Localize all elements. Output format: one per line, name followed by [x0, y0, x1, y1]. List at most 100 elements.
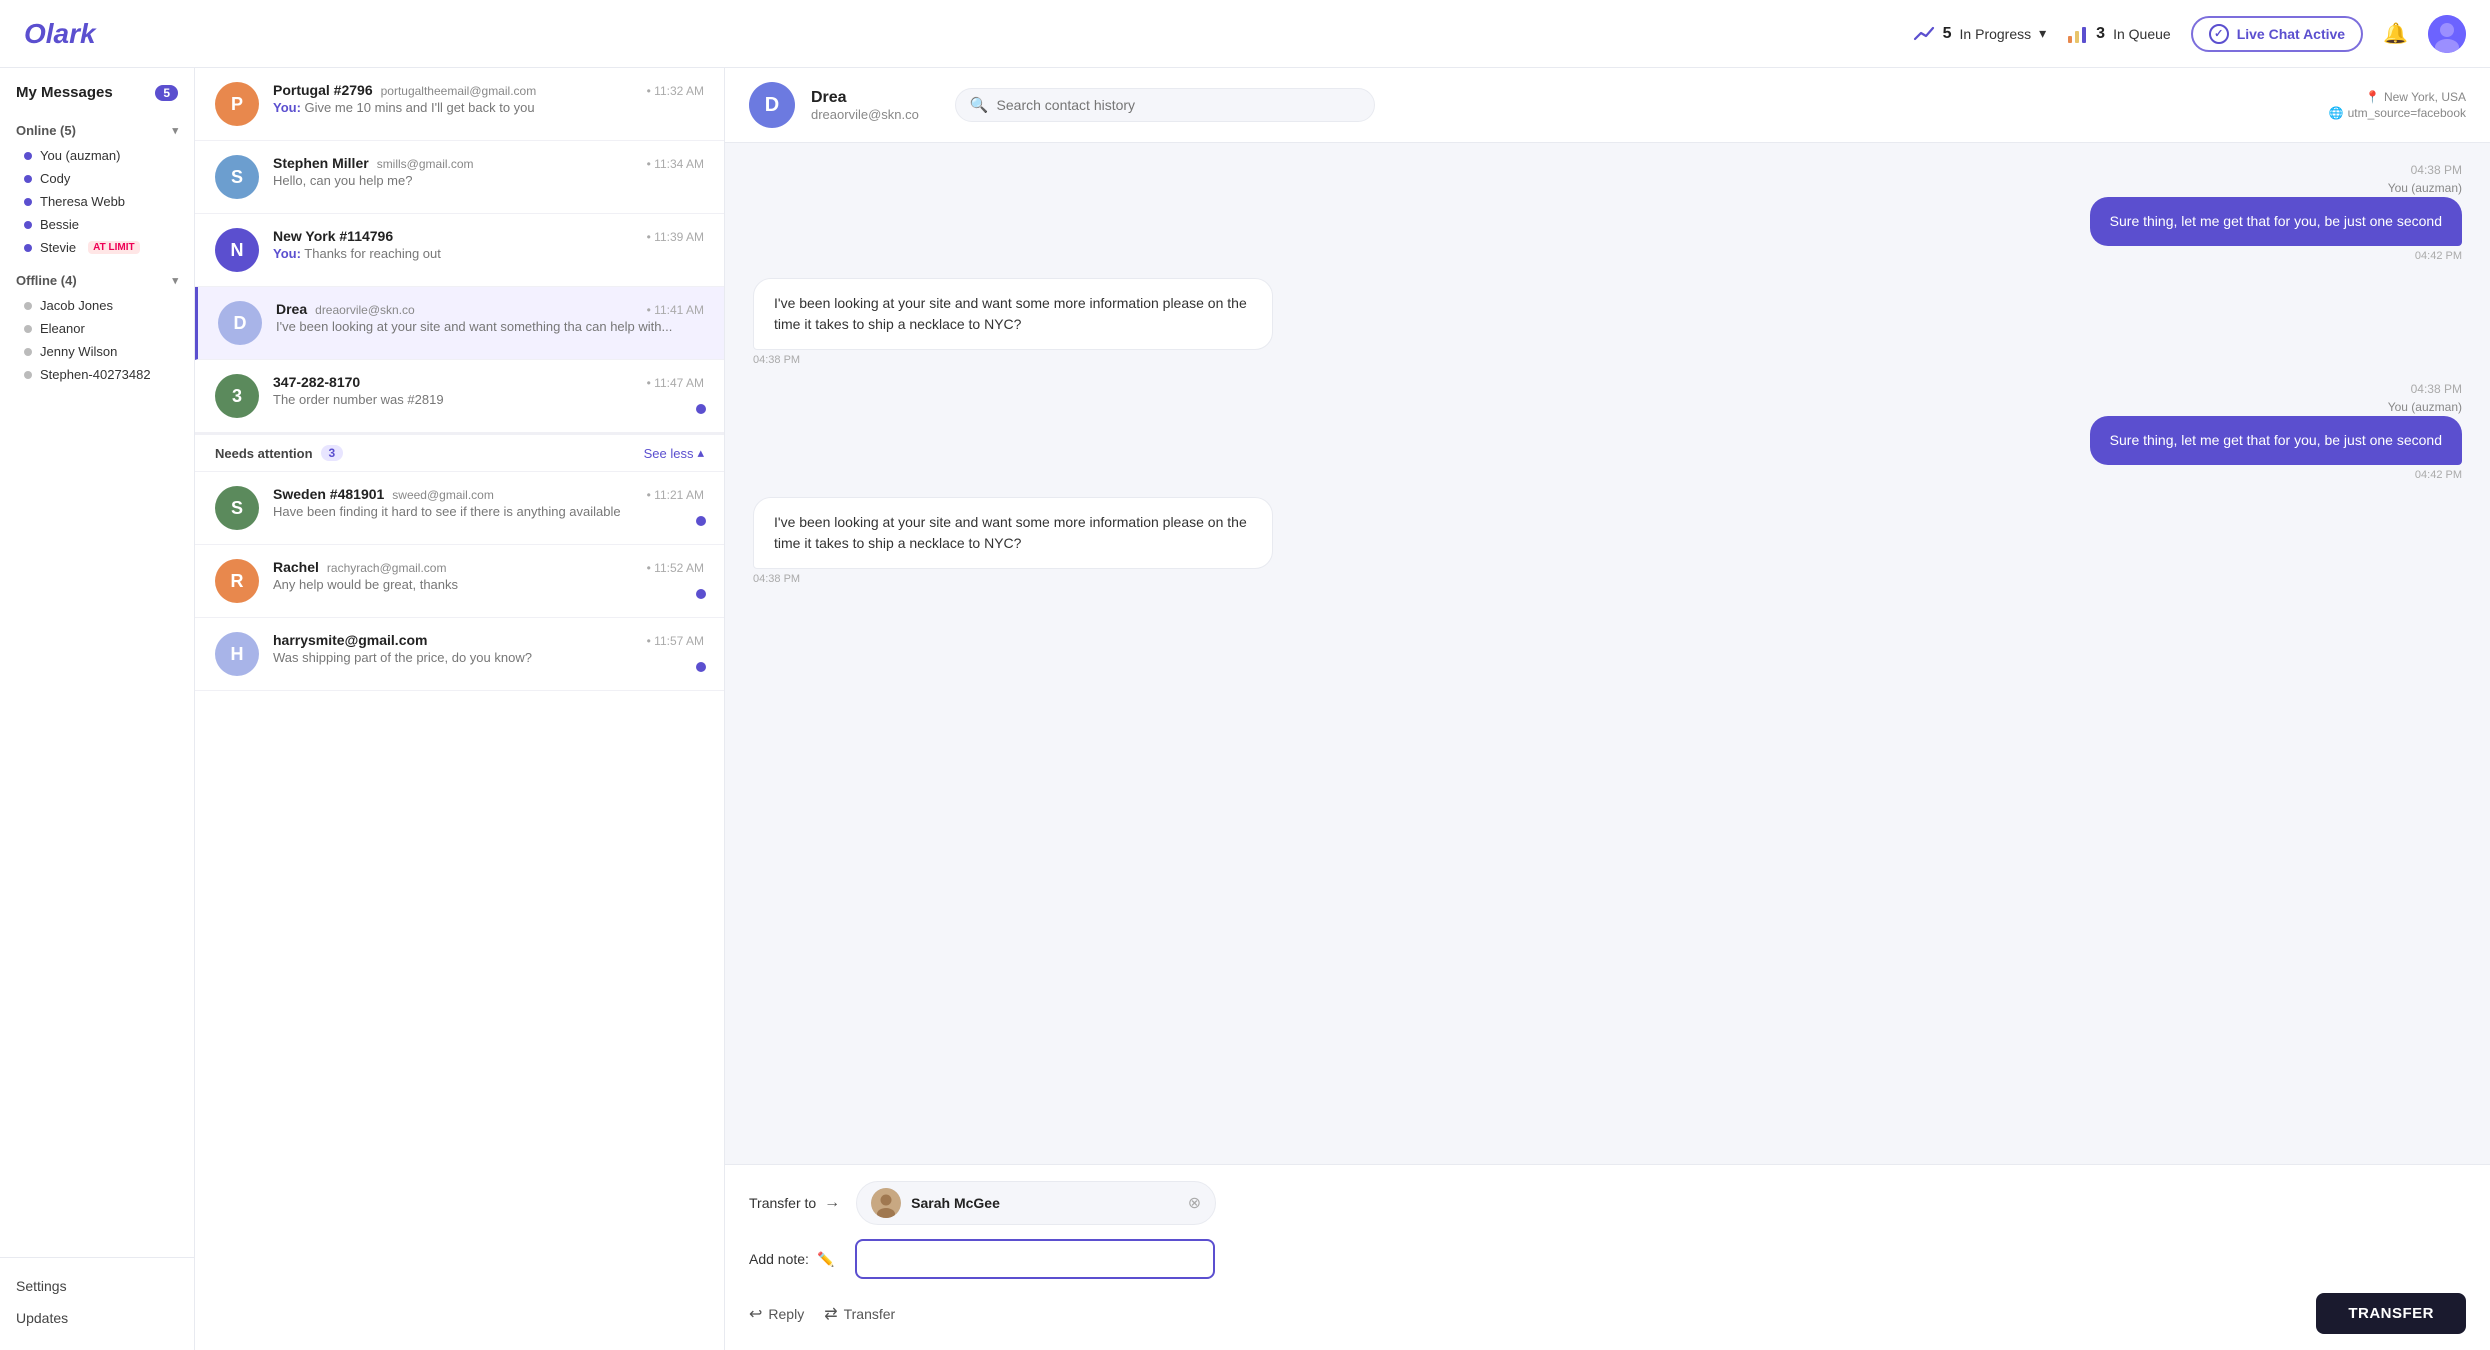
conv-time-stephen: • 11:34 AM [647, 157, 704, 171]
msg-time-label-3: 04:38 PM [2411, 382, 2462, 396]
msg-bubble-3: Sure thing, let me get that for you, be … [2090, 416, 2462, 465]
in-progress-stat[interactable]: 5 In Progress ▾ [1913, 23, 2047, 45]
in-queue-label: In Queue [2113, 26, 2171, 42]
assignee-avatar-img [871, 1188, 901, 1218]
sidebar-user-bessie-label: Bessie [40, 217, 79, 232]
needs-attention-item-1[interactable]: R Rachel rachyrach@gmail.com • 11:52 AM … [195, 545, 724, 618]
location-icon: 📍 [2365, 90, 2380, 104]
na-time-0: • 11:21 AM [647, 488, 704, 502]
sidebar-user-cody[interactable]: Cody [16, 167, 178, 190]
header: Olark 5 In Progress ▾ 3 In Queue ✓ Live … [0, 0, 2490, 68]
transfer-action-button[interactable]: ⇄ Transfer [824, 1304, 895, 1324]
offline-section-header[interactable]: Offline (4) ▾ [16, 267, 178, 294]
sidebar-user-jenny[interactable]: Jenny Wilson [16, 340, 178, 363]
conv-item-drea[interactable]: D Drea dreaorvile@skn.co • 11:41 AM I've… [195, 287, 724, 360]
conv-time-drea: • 11:41 AM [647, 303, 704, 317]
conv-name-newyork: New York #114796 [273, 228, 393, 244]
chat-area: D Drea dreaorvile@skn.co 🔍 📍 New York, U… [725, 68, 2490, 1350]
sidebar-user-you[interactable]: You (auzman) [16, 144, 178, 167]
sidebar-user-bessie[interactable]: Bessie [16, 213, 178, 236]
chat-contact-name: Drea [811, 89, 919, 107]
in-progress-count: 5 [1943, 25, 1952, 43]
transfer-row: Transfer to → Sarah McGee ⊗ [749, 1181, 2466, 1225]
transfer-submit-button[interactable]: TRANSFER [2316, 1293, 2466, 1334]
online-section-header[interactable]: Online (5) ▾ [16, 117, 178, 144]
sidebar-user-stevie[interactable]: Stevie AT LIMIT [16, 236, 178, 259]
reply-button[interactable]: ↩ Reply [749, 1304, 804, 1324]
sidebar-user-jenny-label: Jenny Wilson [40, 344, 117, 359]
msg-sender-1: You (auzman) [2388, 181, 2462, 195]
sidebar-title: My Messages [16, 84, 113, 101]
conv-avatar-stephen: S [215, 155, 259, 199]
na-header-0: Sweden #481901 sweed@gmail.com • 11:21 A… [273, 486, 704, 502]
msg-time-1: 04:42 PM [2415, 250, 2462, 262]
conv-preview-newyork: You: Thanks for reaching out [273, 246, 704, 261]
msg-time-2: 04:38 PM [753, 354, 800, 366]
sidebar-user-jacob[interactable]: Jacob Jones [16, 294, 178, 317]
conv-body-newyork: New York #114796 • 11:39 AM You: Thanks … [273, 228, 704, 261]
action-bar: ↩ Reply ⇄ Transfer TRANSFER [749, 1293, 2466, 1334]
sidebar-count-badge: 5 [155, 85, 178, 101]
updates-link[interactable]: Updates [16, 1302, 178, 1334]
chat-meta-location: 📍 New York, USA [2329, 90, 2466, 104]
message-row-3: 04:38 PM You (auzman) Sure thing, let me… [753, 382, 2462, 481]
message-row-1: 04:38 PM You (auzman) Sure thing, let me… [753, 163, 2462, 262]
chat-meta-source: 🌐 utm_source=facebook [2329, 106, 2466, 120]
sidebar-user-theresa[interactable]: Theresa Webb [16, 190, 178, 213]
search-input[interactable] [997, 97, 1360, 113]
search-icon: 🔍 [970, 96, 989, 114]
na-name-0: Sweden #481901 [273, 486, 384, 502]
conv-item-stephen[interactable]: S Stephen Miller smills@gmail.com • 11:3… [195, 141, 724, 214]
na-preview-1: Any help would be great, thanks [273, 577, 704, 592]
conv-item-portugal[interactable]: P Portugal #2796 portugaltheemail@gmail.… [195, 68, 724, 141]
reply-icon: ↩ [749, 1304, 762, 1324]
settings-link[interactable]: Settings [16, 1270, 178, 1302]
na-preview-2: Was shipping part of the price, do you k… [273, 650, 704, 665]
see-less-button[interactable]: See less ▴ [644, 445, 704, 461]
offline-dot-stephen [24, 371, 32, 379]
live-chat-badge[interactable]: ✓ Live Chat Active [2191, 16, 2363, 52]
conv-item-phone[interactable]: 3 347-282-8170 • 11:47 AM The order numb… [195, 360, 724, 433]
sidebar-user-you-label: You (auzman) [40, 148, 120, 163]
notification-bell-icon[interactable]: 🔔 [2383, 21, 2408, 46]
live-chat-label: Live Chat Active [2237, 26, 2345, 42]
sidebar-user-eleanor[interactable]: Eleanor [16, 317, 178, 340]
offline-chevron-icon: ▾ [172, 274, 178, 287]
offline-dot-jacob [24, 302, 32, 310]
assignee-avatar [871, 1188, 901, 1218]
conv-header-drea: Drea dreaorvile@skn.co • 11:41 AM [276, 301, 704, 317]
online-dot-you [24, 152, 32, 160]
na-name-1: Rachel [273, 559, 319, 575]
na-body-2: harrysmite@gmail.com • 11:57 AM Was ship… [273, 632, 704, 665]
search-box: 🔍 [955, 88, 1375, 122]
na-avatar-0: S [215, 486, 259, 530]
conv-body-drea: Drea dreaorvile@skn.co • 11:41 AM I've b… [276, 301, 704, 334]
na-unread-2 [696, 662, 706, 672]
header-right: 5 In Progress ▾ 3 In Queue ✓ Live Chat A… [1913, 15, 2466, 53]
contact-source: utm_source=facebook [2348, 106, 2466, 120]
conv-header-portugal: Portugal #2796 portugaltheemail@gmail.co… [273, 82, 704, 98]
transfer-action-icon: ⇄ [824, 1304, 837, 1324]
needs-attention-item-0[interactable]: S Sweden #481901 sweed@gmail.com • 11:21… [195, 472, 724, 545]
user-avatar[interactable] [2428, 15, 2466, 53]
note-input[interactable] [855, 1239, 1215, 1279]
conv-header-stephen: Stephen Miller smills@gmail.com • 11:34 … [273, 155, 704, 171]
na-unread-0 [696, 516, 706, 526]
conv-time-newyork: • 11:39 AM [647, 230, 704, 244]
sidebar-user-stephen[interactable]: Stephen-40273482 [16, 363, 178, 386]
transfer-label-text: Transfer to [749, 1195, 816, 1211]
sidebar-user-jacob-label: Jacob Jones [40, 298, 113, 313]
logo: Olark [24, 18, 96, 50]
edit-icon: ✏️ [817, 1251, 834, 1268]
needs-attention-item-2[interactable]: H harrysmite@gmail.com • 11:57 AM Was sh… [195, 618, 724, 691]
in-progress-chevron: ▾ [2039, 25, 2046, 42]
msg-bubble-4: I've been looking at your site and want … [753, 497, 1273, 569]
sidebar-user-stevie-label: Stevie [40, 240, 76, 255]
conv-item-newyork[interactable]: N New York #114796 • 11:39 AM You: Thank… [195, 214, 724, 287]
needs-attention-label: Needs attention 3 [215, 445, 343, 461]
online-dot-bessie [24, 221, 32, 229]
close-assignee-icon[interactable]: ⊗ [1188, 1193, 1201, 1213]
conv-preview-portugal: You: Give me 10 mins and I'll get back t… [273, 100, 704, 115]
chat-contact-avatar: D [749, 82, 795, 128]
in-queue-stat[interactable]: 3 In Queue [2066, 23, 2171, 45]
